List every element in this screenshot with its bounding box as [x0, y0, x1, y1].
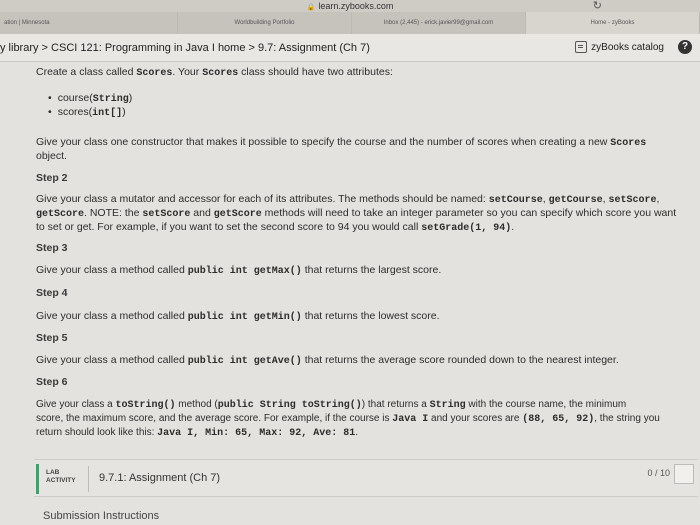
zybooks-catalog-link[interactable]: zyBooks catalog ? [575, 40, 692, 54]
step-3-heading: Step 3 [36, 242, 68, 254]
step-6-line-1: Give your class a toString() method (pub… [36, 399, 627, 411]
lab-activity-header[interactable]: LAB ACTIVITY 9.7.1: Assignment (Ch 7) 0 /… [34, 459, 698, 497]
tab-zybooks-home[interactable]: Home - zyBooks [526, 12, 700, 34]
reload-icon[interactable]: ↻ [593, 0, 602, 12]
lab-activity-tag: LAB ACTIVITY [46, 469, 76, 484]
step-5-text: Give your class a method called public i… [36, 354, 619, 367]
tab-inbox[interactable]: Inbox (2,445) - erick.javier99@gmail.com [352, 12, 526, 34]
lab-accent-bar [36, 464, 39, 494]
url-text: learn.zybooks.com [318, 1, 394, 11]
step-4-text: Give your class a method called public i… [36, 310, 440, 323]
help-icon[interactable]: ? [678, 40, 692, 54]
header-bar: y library > CSCI 121: Programming in Jav… [0, 34, 700, 62]
constructor-line-2: object. [36, 150, 67, 162]
step-6-line-2: score, the maximum score, and the averag… [36, 413, 660, 425]
lab-title: 9.7.1: Assignment (Ch 7) [99, 472, 221, 484]
lab-divider [88, 466, 89, 492]
browser-chrome: 🔒 learn.zybooks.com ↻ ation | Minnesota W… [0, 0, 700, 34]
step-6-heading: Step 6 [36, 376, 68, 388]
tab-strip: ation | Minnesota Worldbuilding Portfoli… [0, 12, 700, 34]
page: y library > CSCI 121: Programming in Jav… [0, 34, 700, 525]
list-item: scores(int[]) [48, 106, 132, 120]
step-2-heading: Step 2 [36, 172, 68, 184]
lock-icon: 🔒 [306, 4, 316, 11]
tab-minnesota[interactable]: ation | Minnesota [0, 12, 178, 34]
tab-worldbuilding[interactable]: Worldbuilding Portfolio [178, 12, 352, 34]
step-2-line-2: getScore. NOTE: the setScore and getScor… [36, 207, 677, 220]
step-5-heading: Step 5 [36, 332, 68, 344]
step-3-text: Give your class a method called public i… [36, 264, 442, 277]
step-2-line-3: to set or get. For example, if you want … [36, 221, 515, 234]
list-item: course(String) [48, 92, 133, 106]
step-2-line-1: Give your class a mutator and accessor f… [36, 193, 660, 206]
submission-instructions-heading: Submission Instructions [43, 510, 160, 522]
breadcrumb[interactable]: y library > CSCI 121: Programming in Jav… [0, 42, 370, 54]
step-6-line-3: return should look like this: Java I, Mi… [36, 427, 358, 439]
attribute-list: course(String) scores(int[]) [48, 92, 133, 120]
constructor-line: Give your class one constructor that mak… [36, 136, 647, 149]
intro-line: Create a class called Scores. Your Score… [36, 66, 393, 79]
completion-checkbox [674, 464, 694, 484]
step-4-heading: Step 4 [36, 287, 68, 299]
lab-score: 0 / 10 [647, 468, 670, 478]
catalog-icon [575, 41, 588, 53]
catalog-label: zyBooks catalog [591, 41, 664, 53]
